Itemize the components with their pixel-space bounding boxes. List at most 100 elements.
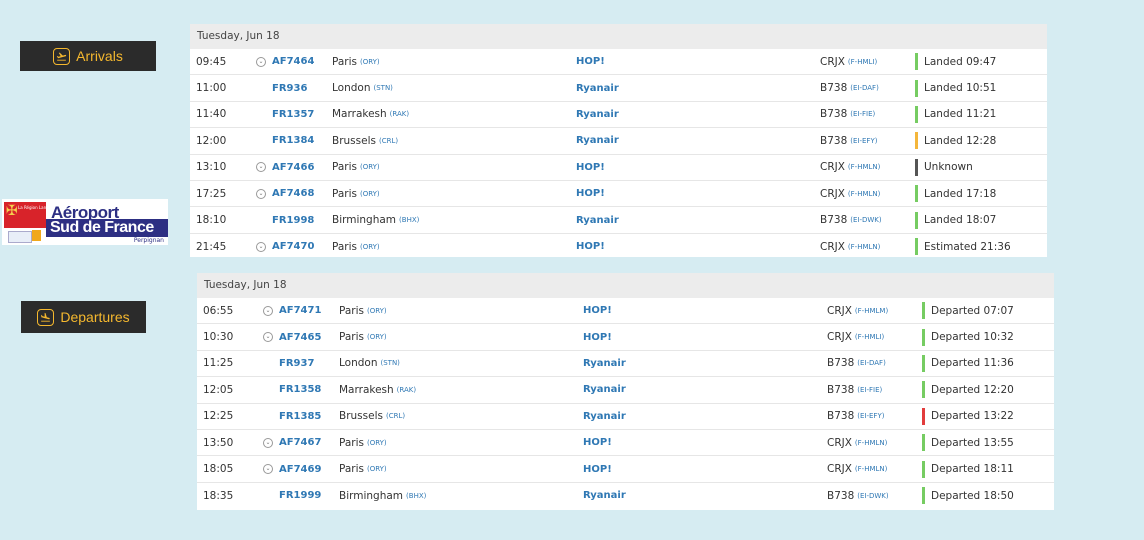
flight-number-link[interactable]: AF7469: [279, 456, 321, 481]
flight-number-link[interactable]: FR1999: [279, 483, 321, 509]
status-text: Landed 12:28: [924, 134, 997, 147]
registration-link[interactable]: (F-HMLN): [855, 439, 887, 447]
flight-number-link[interactable]: FR1385: [279, 404, 321, 429]
expand-codeshare-icon[interactable]: ⌄: [263, 456, 273, 481]
expand-codeshare-icon[interactable]: ⌄: [256, 49, 266, 74]
airport-code-link[interactable]: (ORY): [367, 333, 387, 341]
airport-code-link[interactable]: (ORY): [367, 465, 387, 473]
expand-codeshare-icon[interactable]: ⌄: [263, 324, 273, 349]
departures-tab[interactable]: Departures: [21, 301, 146, 333]
aircraft-type: B738: [820, 82, 848, 95]
flight-number-link[interactable]: FR1358: [279, 377, 321, 402]
registration-link[interactable]: (F-HMLI): [855, 333, 884, 341]
expand-codeshare-icon[interactable]: ⌄: [256, 234, 266, 260]
airport-code-link[interactable]: (ORY): [360, 190, 380, 198]
airport-code-link[interactable]: (RAK): [397, 386, 416, 394]
route-city: Brussels (CRL): [339, 404, 405, 429]
expand-codeshare-icon[interactable]: ⌄: [256, 181, 266, 206]
airline-link[interactable]: HOP!: [576, 49, 605, 74]
airport-code-link[interactable]: (CRL): [379, 137, 398, 145]
arrivals-tab[interactable]: Arrivals: [20, 41, 156, 71]
airport-code-link[interactable]: (ORY): [360, 243, 380, 251]
flight-row[interactable]: 12:25 FR1385 Brussels (CRL) Ryanair B738 (EI-E…: [197, 404, 1054, 430]
airline-link[interactable]: HOP!: [576, 155, 605, 180]
expand-codeshare-icon[interactable]: ⌄: [263, 298, 273, 323]
registration-link[interactable]: (F-HMLI): [848, 58, 877, 66]
flight-row[interactable]: 09:45 ⌄ AF7464 Paris (ORY) HOP! CRJX (F-HMLI) La…: [190, 49, 1047, 76]
airline-link[interactable]: Ryanair: [583, 377, 626, 402]
flight-number-link[interactable]: FR936: [272, 75, 307, 100]
registration-link[interactable]: (EI-DAF): [857, 359, 886, 367]
registration-link[interactable]: (EI-DWK): [850, 216, 881, 224]
airline-link[interactable]: HOP!: [583, 324, 612, 349]
scheduled-time: 18:35: [203, 489, 234, 502]
airport-code-link[interactable]: (ORY): [360, 58, 380, 66]
flight-number-link[interactable]: AF7468: [272, 181, 314, 206]
flight-number-link[interactable]: AF7467: [279, 430, 321, 455]
flight-number-link[interactable]: FR1998: [272, 207, 314, 232]
flight-row[interactable]: 21:45 ⌄ AF7470 Paris (ORY) HOP! CRJX (F-HMLN) Es…: [190, 234, 1047, 260]
flight-row[interactable]: 11:40 FR1357 Marrakesh (RAK) Ryanair B738 (EI-…: [190, 102, 1047, 129]
expand-codeshare-icon[interactable]: ⌄: [256, 155, 266, 180]
flight-row[interactable]: 06:55 ⌄ AF7471 Paris (ORY) HOP! CRJX (F-HMLM) De…: [197, 298, 1054, 325]
registration-link[interactable]: (EI-EFY): [850, 137, 877, 145]
airline-link[interactable]: HOP!: [583, 430, 612, 455]
flight-row[interactable]: 12:05 FR1358 Marrakesh (RAK) Ryanair B738 (EI-…: [197, 377, 1054, 404]
flight-number-link[interactable]: AF7466: [272, 155, 314, 180]
flight-number-link[interactable]: AF7471: [279, 298, 321, 323]
airline-link[interactable]: Ryanair: [583, 351, 626, 376]
airline-link[interactable]: Ryanair: [583, 404, 626, 429]
flight-row[interactable]: 11:25 FR937 London (STN) Ryanair B738 (EI-DAF)…: [197, 351, 1054, 378]
flight-number-link[interactable]: FR1357: [272, 102, 314, 127]
flight-number-link[interactable]: FR1384: [272, 128, 314, 153]
airline-link[interactable]: Ryanair: [576, 102, 619, 127]
route-city: Paris (ORY): [332, 234, 380, 260]
airline-link[interactable]: Ryanair: [576, 75, 619, 100]
airport-code-link[interactable]: (BHX): [406, 492, 426, 500]
airport-code-link[interactable]: (STN): [381, 359, 400, 367]
airport-code-link[interactable]: (ORY): [367, 439, 387, 447]
registration-link[interactable]: (EI-FIE): [850, 110, 875, 118]
registration-link[interactable]: (EI-DAF): [850, 84, 879, 92]
flight-row[interactable]: 12:00 FR1384 Brussels (CRL) Ryanair B738 (EI-E…: [190, 128, 1047, 155]
registration-link[interactable]: (EI-DWK): [857, 492, 888, 500]
status-text: Estimated 21:36: [924, 240, 1011, 253]
expand-codeshare-icon[interactable]: ⌄: [263, 430, 273, 455]
airline-link[interactable]: HOP!: [583, 298, 612, 323]
airport-code-link[interactable]: (ORY): [367, 307, 387, 315]
registration-link[interactable]: (F-HMLN): [855, 465, 887, 473]
airline-link[interactable]: Ryanair: [576, 128, 619, 153]
flight-status: Departed 13:22: [922, 404, 1014, 429]
flight-row[interactable]: 10:30 ⌄ AF7465 Paris (ORY) HOP! CRJX (F-HMLI) De…: [197, 324, 1054, 351]
registration-link[interactable]: (F-HMLM): [855, 307, 888, 315]
airline-link[interactable]: HOP!: [576, 181, 605, 206]
airport-code-link[interactable]: (RAK): [390, 110, 409, 118]
airport-code-link[interactable]: (CRL): [386, 412, 405, 420]
flight-row[interactable]: 18:35 FR1999 Birmingham (BHX) Ryanair B738 (EI…: [197, 483, 1054, 509]
flight-number-link[interactable]: AF7465: [279, 324, 321, 349]
scheduled-time: 21:45: [196, 240, 227, 253]
flight-row[interactable]: 17:25 ⌄ AF7468 Paris (ORY) HOP! CRJX (F-HMLN) La…: [190, 181, 1047, 208]
flight-row[interactable]: 13:50 ⌄ AF7467 Paris (ORY) HOP! CRJX (F-HMLN) De…: [197, 430, 1054, 457]
airline-link[interactable]: HOP!: [583, 456, 612, 481]
airport-code-link[interactable]: (STN): [374, 84, 393, 92]
flight-row[interactable]: 18:10 FR1998 Birmingham (BHX) Ryanair B738 (EI…: [190, 207, 1047, 234]
airline-link[interactable]: Ryanair: [583, 483, 626, 509]
registration-link[interactable]: (F-HMLN): [848, 243, 880, 251]
airport-code-link[interactable]: (BHX): [399, 216, 419, 224]
flight-number-link[interactable]: AF7464: [272, 49, 314, 74]
flight-number-link[interactable]: AF7470: [272, 234, 314, 260]
flight-row[interactable]: 18:05 ⌄ AF7469 Paris (ORY) HOP! CRJX (F-HMLN) De…: [197, 456, 1054, 483]
aircraft-type: CRJX: [827, 463, 852, 476]
aircraft: B738 (EI-DWK): [827, 483, 889, 509]
registration-link[interactable]: (EI-FIE): [857, 386, 882, 394]
flight-row[interactable]: 11:00 FR936 London (STN) Ryanair B738 (EI-DAF)…: [190, 75, 1047, 102]
registration-link[interactable]: (F-HMLN): [848, 190, 880, 198]
airline-link[interactable]: HOP!: [576, 234, 605, 260]
flight-number-link[interactable]: FR937: [279, 351, 314, 376]
airport-code-link[interactable]: (ORY): [360, 163, 380, 171]
registration-link[interactable]: (F-HMLN): [848, 163, 880, 171]
airline-link[interactable]: Ryanair: [576, 207, 619, 232]
registration-link[interactable]: (EI-EFY): [857, 412, 884, 420]
flight-row[interactable]: 13:10 ⌄ AF7466 Paris (ORY) HOP! CRJX (F-HMLN) Un…: [190, 155, 1047, 181]
